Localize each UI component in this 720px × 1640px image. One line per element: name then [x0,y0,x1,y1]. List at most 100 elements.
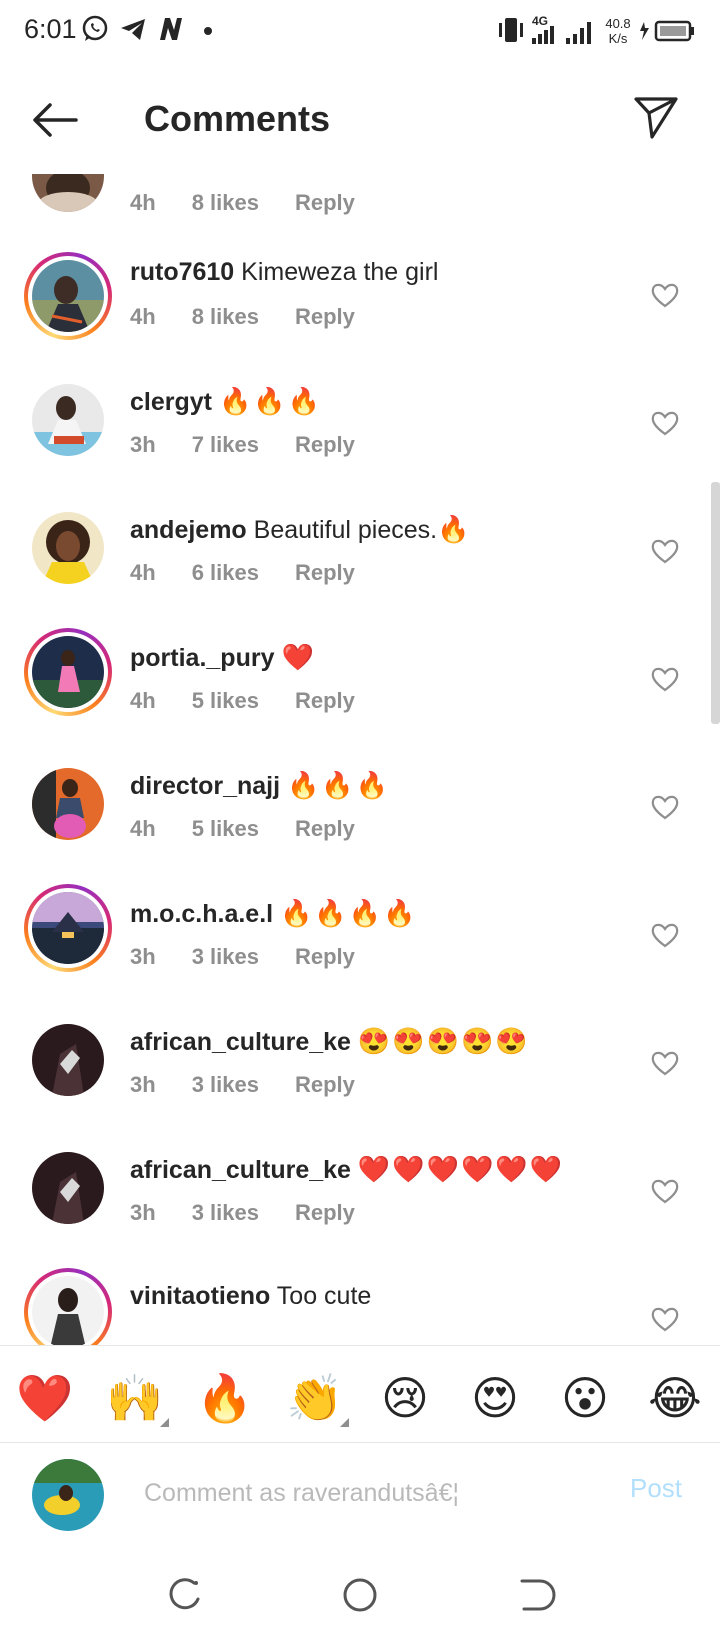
likes-count[interactable]: 3 likes [192,944,259,970]
emoji-crying-button[interactable]: 😢 [375,1370,435,1426]
telegram-icon [121,19,145,40]
avatar[interactable] [24,504,112,592]
comment-username[interactable]: african_culture_ke [130,1028,351,1056]
avatar[interactable] [24,376,112,464]
comment-composer: Post [0,1443,720,1553]
emoji-heart-button[interactable]: ❤️ [15,1370,75,1426]
speed-unit: K/s [608,31,628,46]
emoji-heart-eyes-button[interactable]: 😍 [465,1370,525,1426]
comment-text: Beautiful pieces. [253,516,438,544]
likes-count[interactable]: 3 likes [192,1072,259,1098]
share-button[interactable] [628,92,684,144]
comments-list[interactable]: 4h 8 likes Reply ruto7610 Kimeweza the gir… [0,174,720,1345]
reply-button[interactable]: Reply [295,1072,355,1098]
back-nav-icon[interactable] [510,1571,558,1619]
avatar[interactable] [24,628,112,716]
heart-icon[interactable] [650,920,680,950]
comment-time: 3h [130,944,156,969]
scrollbar[interactable] [711,482,720,724]
comment-username[interactable]: andejemo [130,516,247,544]
emoji-clap-button[interactable]: 👏 [285,1370,345,1426]
emoji-laughing-button[interactable]: 😂 [645,1370,705,1426]
comment-item: m.o.c.h.a.e.l 🔥🔥🔥🔥 3h 3 likes Reply [0,884,720,1016]
comment-emoji: 🔥🔥🔥🔥 [280,898,418,928]
comment-username[interactable]: african_culture_ke [130,1156,351,1184]
n-app-icon [160,18,182,40]
comment-emoji: ❤️ [281,642,316,672]
header: Comments [0,66,720,174]
comment-meta: 4h 6 likes Reply [130,560,391,586]
likes-count[interactable]: 3 likes [192,1200,259,1226]
reply-button[interactable]: Reply [295,190,355,216]
page-title: Comments [144,98,331,139]
heart-icon[interactable] [650,792,680,822]
reply-button[interactable]: Reply [295,304,355,330]
reply-button[interactable]: Reply [295,560,355,586]
recents-icon[interactable] [160,1571,208,1619]
status-time: 6:01 [24,14,77,44]
comment-username[interactable]: ruto7610 [130,258,234,286]
avatar[interactable] [24,1268,112,1345]
avatar[interactable] [24,252,112,340]
comment-item: african_culture_ke ❤️❤️❤️❤️❤️❤️ 3h 3 like… [0,1144,720,1272]
reply-button[interactable]: Reply [295,688,355,714]
emoji-fire-button[interactable]: 🔥 [195,1370,255,1426]
comment-item: african_culture_ke 😍😍😍😍😍 3h 3 likes Reply [0,1016,720,1144]
comment-emoji: 🔥 [437,514,472,544]
likes-count[interactable]: 8 likes [192,304,259,330]
heart-icon[interactable] [650,536,680,566]
heart-icon[interactable] [650,1304,680,1334]
reply-button[interactable]: Reply [295,1200,355,1226]
reply-button[interactable]: Reply [295,816,355,842]
likes-count[interactable]: 5 likes [192,816,259,842]
comment-input[interactable] [144,1473,584,1513]
heart-icon[interactable] [650,664,680,694]
whatsapp-icon [82,15,108,41]
reply-button[interactable]: Reply [295,944,355,970]
current-user-avatar[interactable] [32,1459,104,1531]
comment-meta: 3h 7 likes Reply [130,432,391,458]
comment-meta: 3h 3 likes Reply [130,1200,391,1226]
comment-username[interactable]: portia._pury [130,644,274,672]
comment-time: 4h [130,688,156,713]
comment-username[interactable]: m.o.c.h.a.e.l [130,900,273,928]
comment-meta: 3h 3 likes Reply [130,1072,391,1098]
likes-count[interactable]: 8 likes [192,190,259,216]
heart-icon[interactable] [650,1048,680,1078]
comment-text: Kimeweza the girl [241,258,439,286]
send-icon [634,97,678,139]
likes-count[interactable]: 7 likes [192,432,259,458]
emoji-quick-bar: ❤️ 🙌 🔥 👏 😢 😍 😮 😂 [0,1345,720,1443]
comment-item: director_najj 🔥🔥🔥 4h 5 likes Reply [0,760,720,888]
likes-count[interactable]: 6 likes [192,560,259,586]
heart-icon[interactable] [650,408,680,438]
comment-username[interactable]: vinitaotieno [130,1282,270,1310]
back-button[interactable] [26,96,82,144]
home-icon[interactable] [336,1571,384,1619]
comment-emoji: 😍😍😍😍😍 [357,1026,530,1056]
comment-meta: 4h 8 likes Reply [130,190,391,216]
speed-value: 40.8 [605,16,631,31]
comment-username[interactable]: director_najj [130,772,280,800]
heart-icon[interactable] [650,280,680,310]
post-button[interactable]: Post [630,1473,682,1504]
avatar[interactable] [24,174,112,220]
emoji-surprised-button[interactable]: 😮 [555,1370,615,1426]
vibrate-icon [499,18,523,42]
comment-username[interactable]: clergyt [130,388,212,416]
comment-item: portia._pury ❤️ 4h 5 likes Reply [0,628,720,760]
comment-time: 4h [130,304,156,329]
comment-time: 4h [130,816,156,841]
dot-icon [204,27,212,35]
avatar[interactable] [24,1144,112,1232]
avatar[interactable] [24,1016,112,1104]
comment-item: andejemo Beautiful pieces.🔥 4h 6 likes Rep… [0,504,720,632]
comment-time: 4h [130,560,156,585]
reply-button[interactable]: Reply [295,432,355,458]
heart-icon[interactable] [650,1176,680,1206]
likes-count[interactable]: 5 likes [192,688,259,714]
avatar[interactable] [24,884,112,972]
emoji-raised-hands-button[interactable]: 🙌 [105,1370,165,1426]
avatar[interactable] [24,760,112,848]
comment-time: 3h [130,1200,156,1225]
